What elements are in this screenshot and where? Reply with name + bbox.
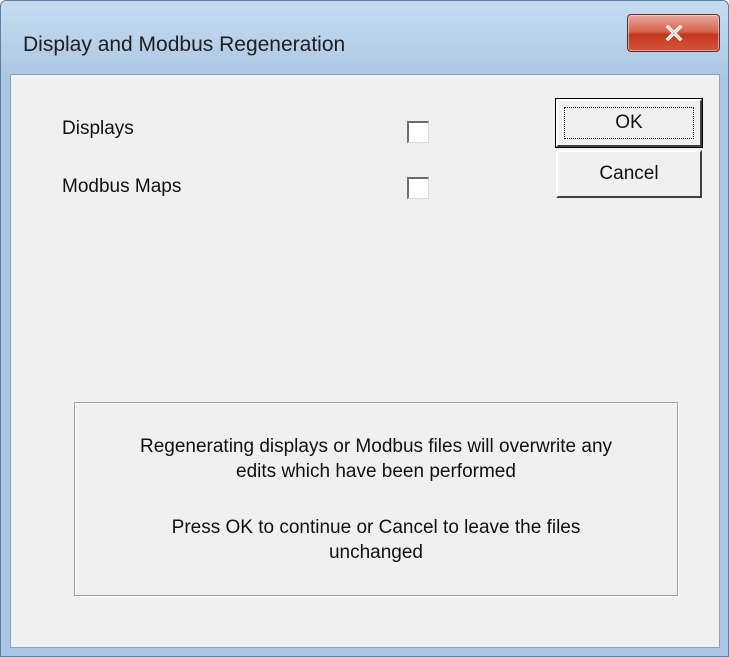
close-x-icon xyxy=(665,25,682,41)
dialog-client-area: Displays Modbus Maps OK Cancel Regenerat… xyxy=(10,74,720,648)
cancel-button-label: Cancel xyxy=(599,163,659,184)
displays-label: Displays xyxy=(62,118,134,139)
close-button[interactable] xyxy=(627,14,720,52)
dialog-window: Display and Modbus Regeneration Displays… xyxy=(0,0,729,657)
warning-message-box: Regenerating displays or Modbus files wi… xyxy=(74,402,678,596)
displays-checkbox[interactable] xyxy=(407,121,429,143)
window-title: Display and Modbus Regeneration xyxy=(23,33,346,56)
ok-button[interactable]: OK xyxy=(555,98,703,148)
warning-line-4: unchanged xyxy=(328,542,424,563)
cancel-button[interactable]: Cancel xyxy=(556,150,702,198)
ok-button-label: OK xyxy=(615,112,643,133)
warning-line-3: Press OK to continue or Cancel to leave … xyxy=(171,517,581,538)
warning-line-2: edits which have been performed xyxy=(236,461,516,482)
modbus-maps-label: Modbus Maps xyxy=(62,176,182,197)
modbus-maps-checkbox[interactable] xyxy=(407,177,429,199)
title-bar[interactable]: Display and Modbus Regeneration xyxy=(1,1,728,73)
warning-line-1: Regenerating displays or Modbus files wi… xyxy=(139,436,613,457)
